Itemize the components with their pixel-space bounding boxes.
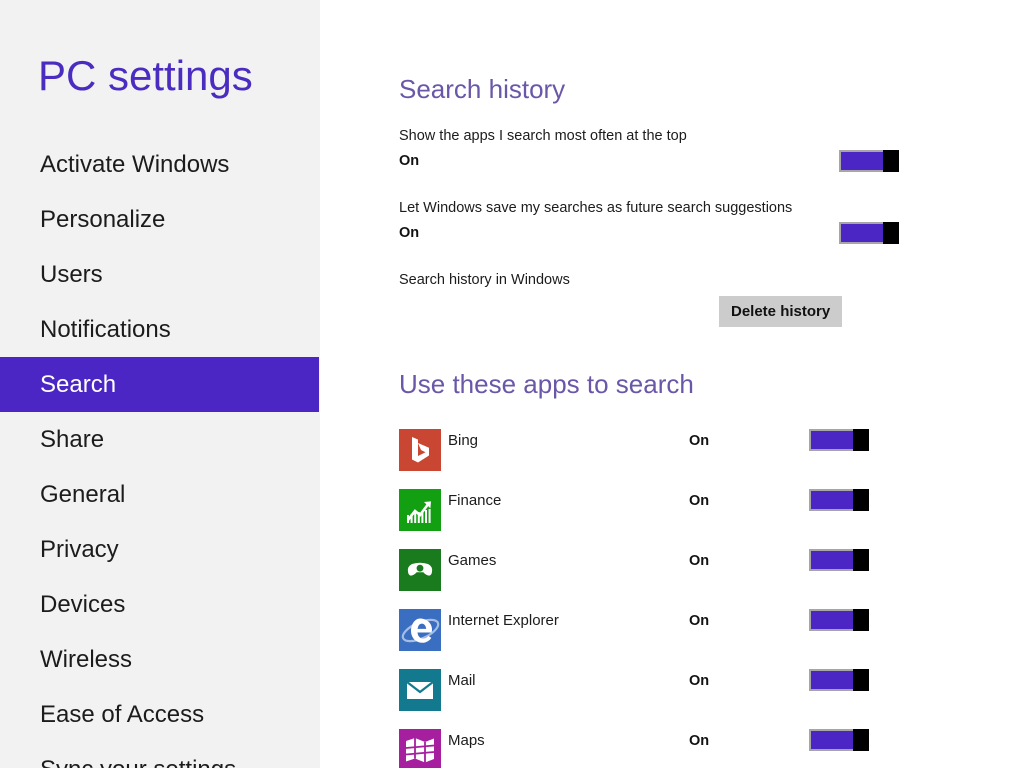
setting-label-show-apps: Show the apps I search most often at the… <box>399 128 687 144</box>
app-toggle-state-label: On <box>689 433 710 449</box>
games-icon <box>399 549 441 591</box>
sidebar-item-notifications[interactable]: Notifications <box>0 302 320 357</box>
toggle-app-maps[interactable] <box>809 729 869 751</box>
app-toggle-state-label: On <box>689 613 710 629</box>
app-toggle-state-label: On <box>689 493 710 509</box>
app-row[interactable]: Internet Explorer On <box>320 605 1024 665</box>
toggle-track <box>839 222 886 244</box>
app-name-label: Finance <box>448 492 502 509</box>
app-name-label: Games <box>448 552 497 569</box>
main-content: Search history Show the apps I search mo… <box>320 0 1024 768</box>
sidebar-item-share[interactable]: Share <box>0 412 320 467</box>
finance-icon <box>399 489 441 531</box>
toggle-thumb <box>853 669 869 691</box>
toggle-thumb <box>883 150 899 172</box>
pc-settings-window: PC settings Activate Windows Personalize U… <box>0 0 1024 768</box>
toggle-track <box>809 609 856 631</box>
bing-icon <box>399 429 441 471</box>
app-row[interactable]: Maps On <box>320 725 1024 768</box>
maps-icon <box>399 729 441 768</box>
toggle-track <box>809 669 856 691</box>
setting-state-save-searches: On <box>399 225 420 241</box>
app-row[interactable]: Games On <box>320 545 1024 605</box>
app-toggle-state-label: On <box>689 673 710 689</box>
sidebar-item-devices[interactable]: Devices <box>0 577 320 632</box>
mail-icon <box>399 669 441 711</box>
app-toggle-state-label: On <box>689 553 710 569</box>
app-row[interactable]: Mail On <box>320 665 1024 725</box>
app-name-label: Maps <box>448 732 485 749</box>
toggle-app-mail[interactable] <box>809 669 869 691</box>
app-row[interactable]: Finance On <box>320 485 1024 545</box>
app-row[interactable]: Bing On <box>320 425 1024 485</box>
sidebar-item-ease-of-access[interactable]: Ease of Access <box>0 687 320 742</box>
delete-history-button[interactable]: Delete history <box>719 296 843 327</box>
sidebar-item-personalize[interactable]: Personalize <box>0 192 320 247</box>
sidebar-nav: Activate Windows Personalize Users Notifica… <box>0 137 320 768</box>
toggle-thumb <box>853 429 869 451</box>
toggle-track <box>839 150 886 172</box>
toggle-thumb <box>853 489 869 511</box>
toggle-thumb <box>853 729 869 751</box>
toggle-app-bing[interactable] <box>809 429 869 451</box>
sidebar-item-users[interactable]: Users <box>0 247 320 302</box>
toggle-thumb <box>853 609 869 631</box>
toggle-thumb <box>853 549 869 571</box>
search-history-in-windows-label: Search history in Windows <box>399 272 570 288</box>
sidebar-item-sync-your-settings[interactable]: Sync your settings <box>0 742 320 768</box>
setting-label-save-searches: Let Windows save my searches as future s… <box>399 200 793 216</box>
page-title: PC settings <box>38 52 253 99</box>
toggle-track <box>809 429 856 451</box>
sidebar-item-general[interactable]: General <box>0 467 320 522</box>
app-name-label: Internet Explorer <box>448 612 559 629</box>
toggle-track <box>809 489 856 511</box>
app-name-label: Mail <box>448 672 476 689</box>
toggle-save-searches[interactable] <box>839 222 899 244</box>
toggle-show-apps-top[interactable] <box>839 150 899 172</box>
sidebar-item-activate-windows[interactable]: Activate Windows <box>0 137 320 192</box>
toggle-track <box>809 729 856 751</box>
use-apps-heading: Use these apps to search <box>399 369 694 399</box>
internet-explorer-icon <box>399 609 441 651</box>
toggle-app-games[interactable] <box>809 549 869 571</box>
sidebar-item-search[interactable]: Search <box>0 357 319 412</box>
sidebar-item-wireless[interactable]: Wireless <box>0 632 320 687</box>
toggle-app-finance[interactable] <box>809 489 869 511</box>
sidebar-item-privacy[interactable]: Privacy <box>0 522 320 577</box>
toggle-thumb <box>883 222 899 244</box>
toggle-app-internet-explorer[interactable] <box>809 609 869 631</box>
setting-state-show-apps: On <box>399 153 420 169</box>
search-history-heading: Search history <box>399 74 566 104</box>
toggle-track <box>809 549 856 571</box>
app-search-list: Bing On Finance On Games On Internet Explorer O… <box>320 425 1024 768</box>
app-name-label: Bing <box>448 432 479 449</box>
app-toggle-state-label: On <box>689 733 710 749</box>
sidebar: PC settings Activate Windows Personalize U… <box>0 0 320 768</box>
